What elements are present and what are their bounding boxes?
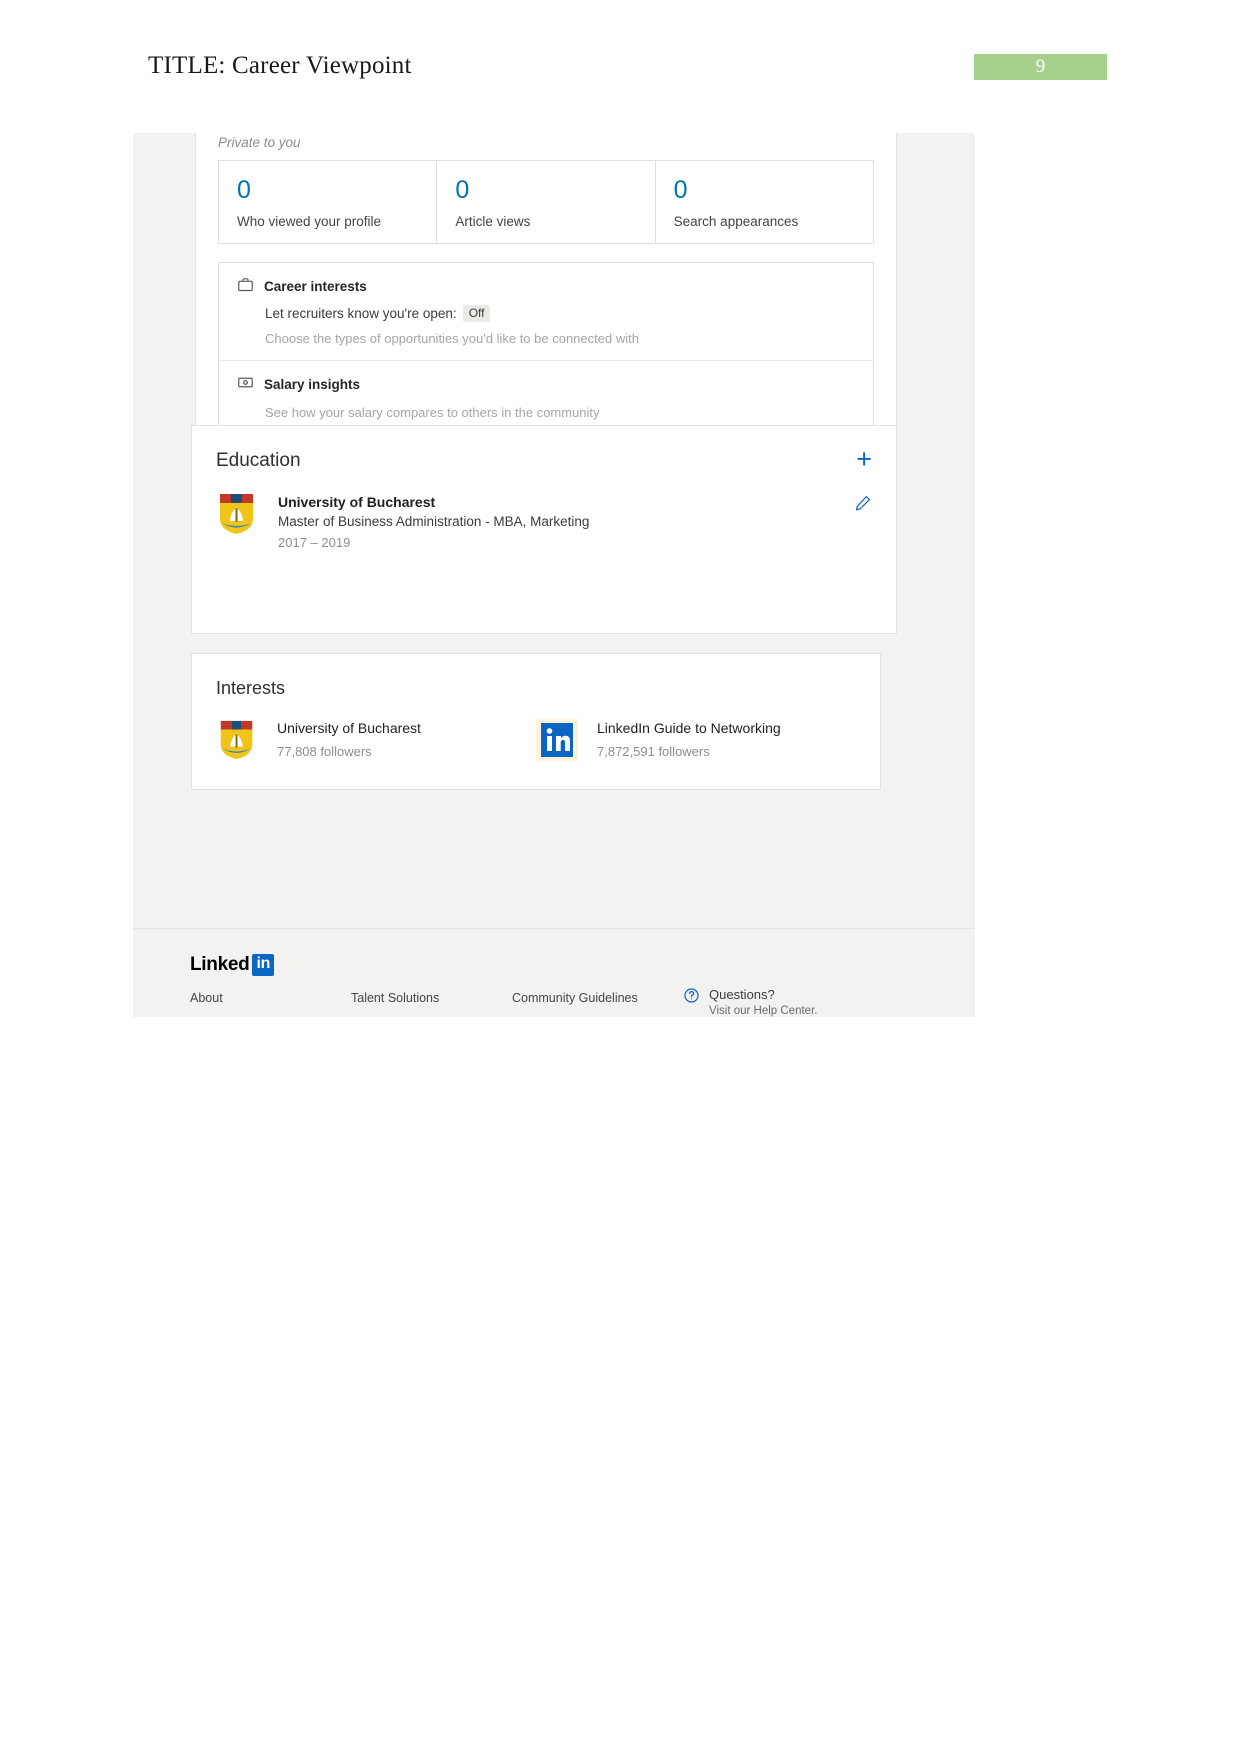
stat-search-appearances[interactable]: 0 Search appearances: [656, 161, 873, 243]
briefcase-icon: [237, 276, 254, 298]
private-to-you-label: Private to you: [218, 135, 301, 150]
stat-label: Article views: [455, 213, 531, 229]
footer-link-community-guidelines[interactable]: Community Guidelines: [512, 991, 673, 1005]
university-crest-icon: [216, 492, 258, 536]
interest-followers: 77,808 followers: [277, 743, 372, 759]
dashboard-stats-row: 0 Who viewed your profile 0 Article view…: [218, 160, 874, 244]
footer-help-title: Questions?: [709, 987, 775, 1002]
interest-name: University of Bucharest: [277, 720, 421, 736]
linkedin-profile-screenshot: Private to you 0 Who viewed your profile…: [133, 133, 975, 1017]
site-footer: Linkedin About Careers Advertising Small…: [133, 928, 975, 1017]
interest-item-university[interactable]: University of Bucharest 77,808 followers: [216, 719, 536, 761]
footer-column-2: Talent Solutions Marketing Solutions Sal…: [351, 991, 512, 1017]
linkedin-square-icon: [536, 719, 578, 761]
your-dashboard-card: Private to you 0 Who viewed your profile…: [195, 133, 897, 452]
recruiters-open-row: Let recruiters know you're open: Off: [265, 304, 855, 322]
education-dates-clipped: 2017 – 2019: [338, 573, 410, 576]
stat-article-views[interactable]: 0 Article views: [437, 161, 656, 243]
interests-grid: University of Bucharest 77,808 followers: [192, 699, 880, 761]
stat-who-viewed-your-profile[interactable]: 0 Who viewed your profile: [219, 161, 438, 243]
footer-help-column: Questions? Visit our Help Center. Manage…: [683, 987, 963, 1017]
education-school-name[interactable]: University of Bucharest: [278, 492, 589, 512]
career-interests-title: Career interests: [264, 279, 367, 294]
salary-insights-row[interactable]: Salary insights See how your salary comp…: [219, 359, 873, 434]
education-section-title: Education: [216, 450, 301, 471]
salary-insights-hint: See how your salary compares to others i…: [265, 404, 600, 420]
recruiters-open-text: Let recruiters know you're open:: [265, 305, 457, 321]
footer-column-1: About Careers Advertising Small Business: [190, 991, 351, 1017]
footer-link-talent-solutions[interactable]: Talent Solutions: [351, 991, 512, 1005]
page-number-badge: 9: [974, 54, 1107, 80]
stat-label: Who viewed your profile: [237, 213, 382, 229]
interests-section-title: Interests: [216, 678, 286, 698]
salary-insights-title: Salary insights: [264, 377, 361, 392]
dashboard-options-box: Career interests Let recruiters know you…: [218, 261, 874, 435]
university-crest-icon: [216, 719, 258, 761]
stat-value: 0: [455, 176, 470, 204]
stat-label: Search appearances: [673, 213, 799, 229]
interest-name: LinkedIn Guide to Networking: [597, 720, 781, 736]
interest-followers: 7,872,591 followers: [597, 743, 710, 759]
footer-column-3: Community Guidelines Privacy & Terms Mob…: [512, 991, 673, 1017]
linkedin-wordmark: Linked: [190, 954, 250, 975]
career-interests-hint: Choose the types of opportunities you'd …: [265, 330, 639, 346]
interest-item-linkedin-guide[interactable]: LinkedIn Guide to Networking 7,872,591 f…: [536, 719, 856, 761]
footer-link-about[interactable]: About: [190, 991, 351, 1005]
linkedin-logo[interactable]: Linked in: [190, 954, 275, 976]
footer-link-columns: About Careers Advertising Small Business…: [190, 991, 673, 1017]
screenshot-lower-capture: 2017 – 2019 Interests: [133, 573, 975, 1017]
stat-value: 0: [673, 176, 688, 204]
education-card-tail: 2017 – 2019: [191, 573, 897, 634]
linkedin-in-badge: in: [252, 954, 275, 976]
stat-value: 0: [237, 176, 251, 204]
education-card: Education + University of Bucharest Mast…: [191, 425, 897, 573]
money-icon: [237, 374, 254, 396]
edit-education-pencil-icon[interactable]: [854, 494, 872, 517]
footer-help-questions[interactable]: Questions? Visit our Help Center.: [683, 987, 963, 1017]
screenshot-upper-capture: Private to you 0 Who viewed your profile…: [133, 133, 975, 573]
career-interests-row[interactable]: Career interests Let recruiters know you…: [219, 263, 873, 360]
question-circle-icon: [683, 987, 700, 1009]
chevron-down-icon: [605, 1014, 618, 1017]
education-dates: 2017 – 2019: [278, 535, 351, 551]
add-education-button[interactable]: +: [856, 446, 872, 473]
education-list-item: University of Bucharest Master of Busine…: [192, 472, 896, 553]
page-title: TITLE: Career Viewpoint: [148, 52, 412, 79]
education-degree: Master of Business Administration - MBA,…: [278, 514, 590, 530]
recruiters-toggle-state[interactable]: Off: [462, 304, 491, 322]
interests-card: Interests University of Bucharest 77,808…: [191, 653, 881, 790]
footer-help-subtitle: Visit our Help Center.: [709, 1005, 818, 1017]
